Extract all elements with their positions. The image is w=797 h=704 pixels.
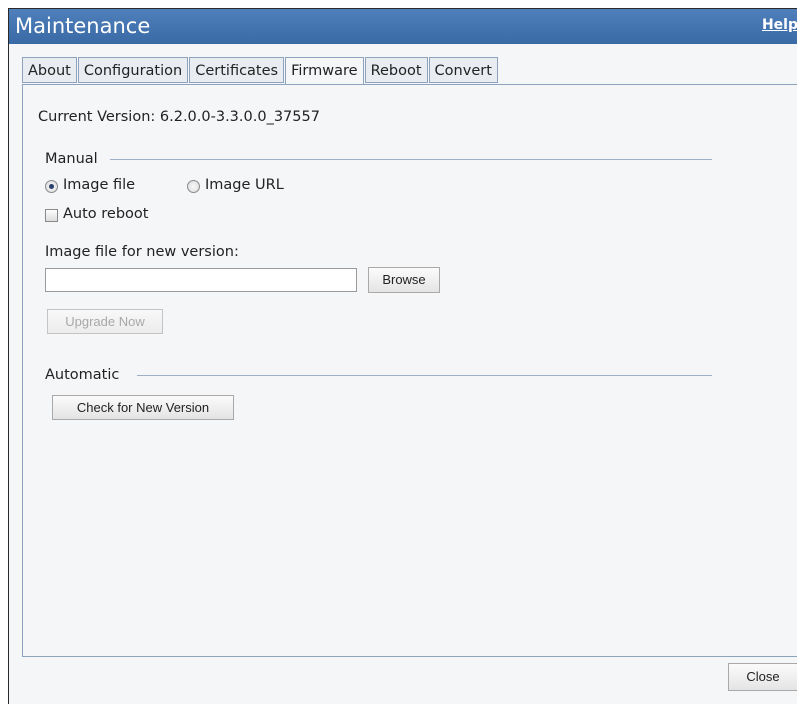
image-file-label: Image file for new version: — [45, 244, 239, 260]
manual-divider — [110, 159, 712, 160]
automatic-divider — [137, 375, 712, 376]
browse-button[interactable]: Browse — [368, 267, 440, 293]
upgrade-now-button[interactable]: Upgrade Now — [47, 309, 163, 334]
image-file-input[interactable] — [45, 268, 357, 292]
tab-reboot[interactable]: Reboot — [364, 57, 428, 83]
tab-firmware[interactable]: Firmware — [285, 57, 364, 85]
auto-reboot-checkbox[interactable] — [45, 209, 58, 222]
manual-legend: Manual — [45, 151, 98, 167]
check-new-version-button[interactable]: Check for New Version — [52, 395, 234, 420]
tab-about[interactable]: About — [22, 57, 77, 83]
tab-convert[interactable]: Convert — [428, 57, 498, 83]
auto-reboot-label[interactable]: Auto reboot — [63, 206, 148, 222]
current-version-text: Current Version: 6.2.0.0-3.3.0.0_37557 — [38, 109, 320, 125]
close-button[interactable]: Close — [728, 663, 797, 691]
tab-configuration[interactable]: Configuration — [77, 57, 189, 83]
image-url-radio[interactable] — [187, 180, 200, 193]
image-file-radio-label[interactable]: Image file — [63, 177, 135, 193]
help-link[interactable]: Help — [762, 17, 797, 33]
firmware-panel: Current Version: 6.2.0.0-3.3.0.0_37557 M… — [22, 84, 797, 657]
tab-strip: About Configuration Certificates Firmwar… — [22, 57, 499, 85]
maintenance-dialog: Maintenance Help About Configuration Cer… — [8, 8, 797, 704]
dialog-title: Maintenance — [15, 14, 151, 38]
tab-certificates[interactable]: Certificates — [189, 57, 285, 83]
image-url-radio-label[interactable]: Image URL — [205, 177, 284, 193]
automatic-legend: Automatic — [45, 367, 120, 383]
image-file-radio[interactable] — [45, 180, 58, 193]
title-bar: Maintenance Help — [9, 9, 797, 44]
